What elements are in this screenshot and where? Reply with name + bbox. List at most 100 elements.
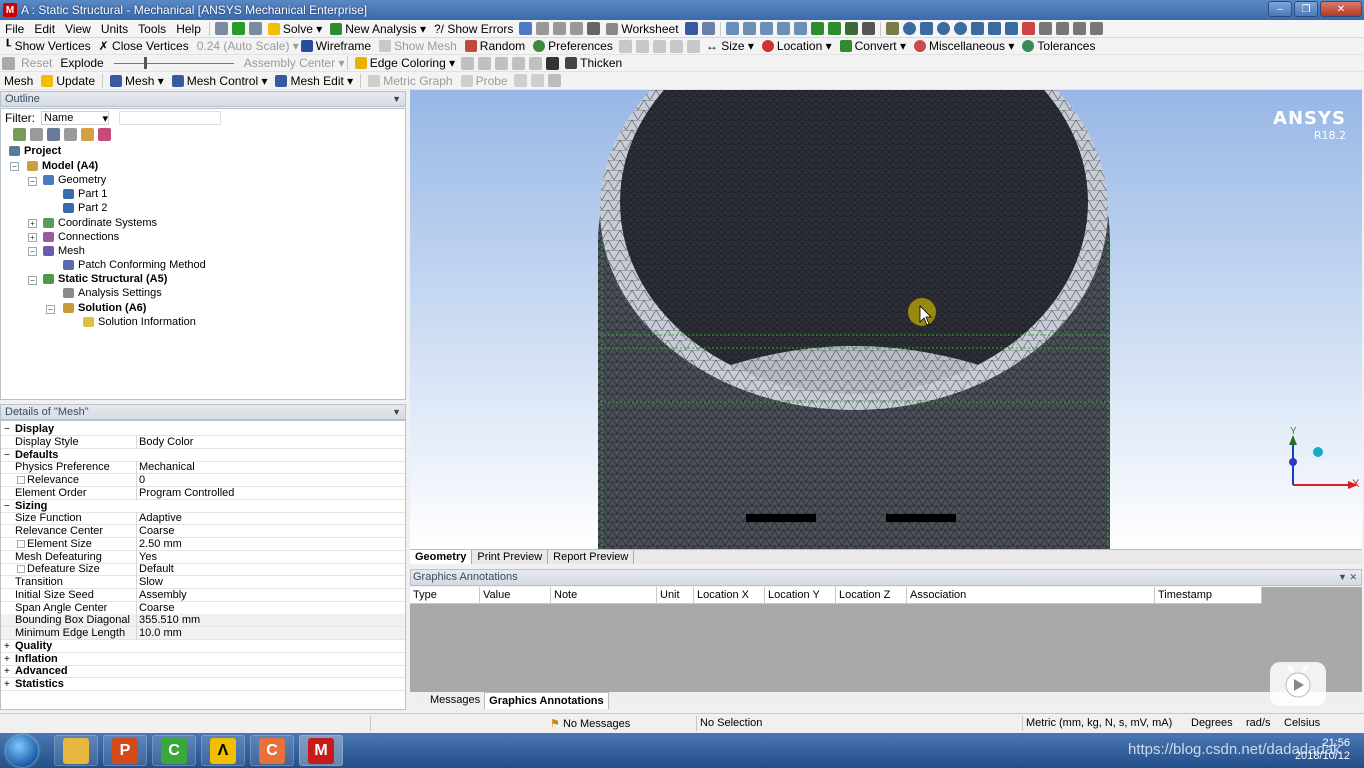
details-row[interactable]: Transition Slow [1, 576, 405, 589]
expand-toggle[interactable]: − [28, 247, 37, 256]
arrow-icon[interactable] [669, 39, 683, 53]
filter-input[interactable] [119, 110, 221, 125]
magnifier-icon[interactable] [1004, 22, 1018, 35]
menu-help[interactable]: Help [171, 20, 206, 38]
tab-geometry[interactable]: Geometry [410, 550, 473, 564]
select-element-icon[interactable] [827, 22, 841, 35]
image-icon[interactable] [553, 22, 567, 35]
taskbar-powerpoint[interactable]: P [103, 735, 147, 766]
taskbar-explorer[interactable] [54, 735, 98, 766]
location-dropdown[interactable]: Location ▾ [758, 37, 836, 55]
arrow-icon[interactable] [686, 39, 700, 53]
column-value[interactable]: Value [480, 587, 551, 603]
thicken-button[interactable]: Thicken [561, 54, 626, 72]
status-temperature[interactable]: Celsius [1284, 717, 1320, 729]
worksheet-button[interactable]: Worksheet [602, 20, 682, 38]
mesh-dropdown[interactable]: Mesh ▾ [106, 72, 168, 90]
restore-button[interactable]: ❐ [1294, 1, 1318, 17]
previous-view-icon[interactable] [1038, 22, 1052, 35]
expand-toggle[interactable]: + [4, 640, 10, 653]
chart-icon[interactable] [519, 22, 533, 35]
select-body-icon[interactable] [793, 22, 807, 35]
pointer-icon[interactable] [701, 22, 715, 35]
triad-iso-ball[interactable] [1313, 447, 1323, 457]
select-icon[interactable] [684, 22, 698, 35]
mesh-model[interactable] [410, 90, 1362, 549]
details-group[interactable]: − Defaults [1, 449, 405, 462]
view-options-icon[interactable] [1089, 22, 1103, 35]
pin-icon[interactable]: ▼ ✕ [1338, 570, 1357, 585]
details-row[interactable]: Bounding Box Diagonal 355.510 mm [1, 614, 405, 628]
tree-node-model[interactable]: Model (A4) [27, 160, 98, 172]
taskbar-ansys-workbench[interactable]: Λ [201, 735, 245, 766]
menu-tools[interactable]: Tools [133, 20, 171, 38]
select-all-icon[interactable] [861, 22, 875, 35]
box-zoom-icon[interactable] [970, 22, 984, 35]
next-view-icon[interactable] [1055, 22, 1069, 35]
menu-units[interactable]: Units [96, 20, 133, 38]
details-value[interactable]: 10.0 mm [136, 627, 182, 640]
parameter-checkbox[interactable] [17, 565, 25, 574]
tab-messages[interactable]: Messages [426, 692, 484, 709]
details-row[interactable]: Physics Preference Mechanical [1, 461, 405, 475]
tree-node-solution[interactable]: Solution (A6) [63, 302, 146, 314]
probe-button[interactable]: Probe [457, 72, 512, 90]
slider-thumb[interactable] [143, 56, 147, 69]
column-location-y[interactable]: Location Y [765, 587, 836, 603]
details-row[interactable]: Mesh Defeaturing Yes [1, 550, 405, 564]
extend-icon[interactable] [844, 22, 858, 35]
column-location-z[interactable]: Location Z [836, 587, 907, 603]
solve-button[interactable]: Solve ▾ [264, 20, 326, 38]
details-group[interactable]: + Statistics [1, 678, 405, 691]
details-row[interactable]: Relevance Center Coarse [1, 525, 405, 538]
tree-node-patch-conforming[interactable]: Patch Conforming Method [63, 259, 206, 271]
expand-all-icon[interactable] [13, 127, 26, 141]
edge-style-icon[interactable] [478, 56, 492, 70]
details-value[interactable]: 0 [136, 474, 145, 487]
update-button[interactable]: Update [37, 72, 99, 90]
parameter-checkbox[interactable] [17, 476, 25, 484]
column-timestamp[interactable]: Timestamp [1155, 587, 1262, 603]
zoom-icon[interactable] [936, 22, 950, 35]
edge-style-icon[interactable] [529, 56, 543, 70]
taskbar-camtasia[interactable]: C [152, 735, 196, 766]
size-dropdown[interactable]: ↔ Size ▾ [702, 37, 758, 55]
display-icon[interactable] [547, 74, 561, 87]
expand-toggle[interactable]: + [4, 665, 10, 678]
expand-toggle[interactable]: − [4, 500, 10, 513]
close-button[interactable]: ✕ [1320, 1, 1362, 17]
taskbar-recorder[interactable]: C [250, 735, 294, 766]
details-group[interactable]: − Sizing [1, 500, 405, 513]
list-icon[interactable] [530, 74, 544, 87]
edge-coloring-dropdown[interactable]: Edge Coloring ▾ [351, 54, 459, 72]
status-messages[interactable]: ⚑ No Messages [550, 717, 630, 730]
tree-node-geometry[interactable]: Geometry [43, 174, 106, 186]
details-value[interactable]: Slow [136, 576, 163, 589]
table-icon[interactable] [536, 22, 550, 35]
zoom-fit-icon[interactable] [987, 22, 1001, 35]
select-mode-icon[interactable] [725, 22, 739, 35]
filter-select[interactable]: Name ▾ [41, 110, 109, 125]
arrow-icon[interactable] [618, 39, 632, 53]
explode-icon[interactable] [2, 56, 15, 70]
convert-dropdown[interactable]: Convert ▾ [836, 37, 910, 55]
details-row[interactable]: Defeature Size Default [1, 563, 405, 577]
tree-node-project[interactable]: Project [9, 145, 61, 157]
status-units[interactable]: Metric (mm, kg, N, s, mV, mA) [1026, 717, 1172, 729]
details-value[interactable]: Mechanical [136, 461, 195, 475]
expand-toggle[interactable]: + [4, 653, 10, 666]
new-analysis-button[interactable]: New Analysis ▾ [326, 20, 430, 38]
expand-toggle[interactable]: − [4, 423, 10, 436]
expand-toggle[interactable]: + [4, 678, 10, 691]
expand-toggle[interactable]: − [46, 305, 55, 314]
wireframe-button[interactable]: Wireframe [297, 37, 375, 55]
details-value[interactable]: Program Controlled [136, 486, 234, 500]
expand-toggle[interactable]: + [28, 233, 37, 242]
list-icon[interactable] [513, 74, 527, 87]
details-value[interactable]: Coarse [136, 525, 174, 538]
status-angle[interactable]: Degrees [1191, 717, 1233, 729]
zoom-out-icon[interactable] [953, 22, 967, 35]
parameter-checkbox[interactable] [17, 539, 25, 548]
column-location-x[interactable]: Location X [694, 587, 765, 603]
menu-edit[interactable]: Edit [29, 20, 60, 38]
